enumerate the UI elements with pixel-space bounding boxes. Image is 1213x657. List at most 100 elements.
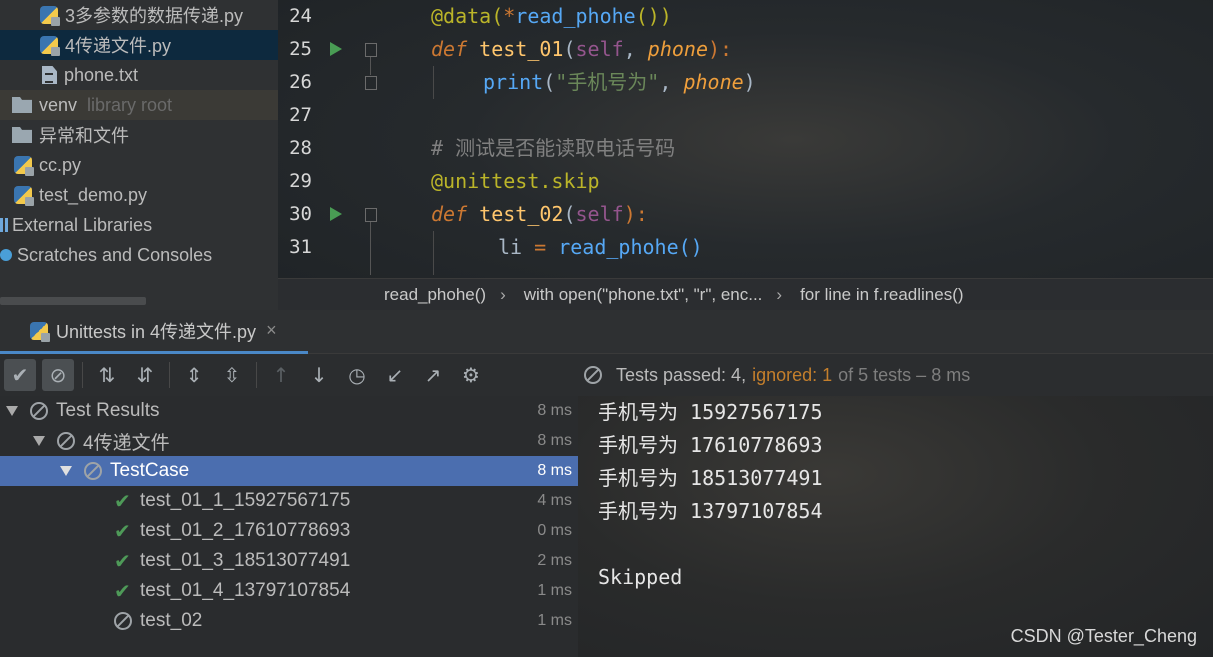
test-duration: 2 ms bbox=[537, 552, 572, 569]
code-line-28-comment: # 测试是否能读取电话号码 bbox=[431, 136, 676, 160]
sort-alpha-icon[interactable]: ⇅ bbox=[91, 359, 123, 391]
run-test-icon[interactable] bbox=[330, 42, 342, 56]
test-results-tree: Test Results 8 ms 4传递文件 8 ms TestCase 8 … bbox=[0, 396, 578, 657]
test-duration: 8 ms bbox=[537, 462, 572, 479]
test-node-label: test_02 bbox=[140, 610, 203, 631]
test-node-case[interactable]: ✔ test_01_4_13797107854 1 ms bbox=[0, 576, 578, 606]
ignored-icon bbox=[84, 462, 102, 480]
expand-arrow-icon[interactable] bbox=[60, 466, 72, 476]
tree-item-file[interactable]: phone.txt bbox=[0, 60, 278, 90]
folder-icon bbox=[12, 127, 32, 143]
run-tool-window: Unittests in 4传递文件.py × ✔ ⊘ ⇅ ⇵ ⇕ ⇳ ↑ ↓ … bbox=[0, 310, 1213, 657]
fold-end-icon[interactable] bbox=[365, 76, 377, 90]
breadcrumb-separator: › bbox=[776, 284, 783, 304]
tab-label: Unittests in 4传递文件.py bbox=[56, 321, 257, 342]
expand-arrow-icon[interactable] bbox=[6, 406, 18, 416]
tree-item-folder[interactable]: venv library root bbox=[0, 90, 278, 120]
status-icon-wrap bbox=[584, 366, 610, 384]
tree-item-label: 4传递文件.py bbox=[65, 36, 172, 56]
line-number: 24 bbox=[289, 5, 312, 27]
breadcrumb-item[interactable]: read_phohe() bbox=[384, 285, 486, 305]
close-icon[interactable]: × bbox=[266, 320, 277, 341]
breadcrumb-item[interactable]: for line in f.readlines() bbox=[800, 285, 963, 305]
next-failed-icon[interactable]: ↓ bbox=[303, 359, 335, 391]
expand-arrow-icon[interactable] bbox=[33, 436, 45, 446]
line-number: 27 bbox=[289, 104, 312, 126]
run-tab-bar: Unittests in 4传递文件.py × bbox=[0, 310, 1213, 354]
tree-item-folder[interactable]: 异常和文件 bbox=[0, 120, 278, 150]
test-node-case[interactable]: ✔ test_01_1_15927567175 4 ms bbox=[0, 486, 578, 516]
tree-item-label: External Libraries bbox=[12, 214, 153, 235]
test-node-label: test_01_4_13797107854 bbox=[140, 580, 351, 601]
line-number: 29 bbox=[289, 170, 312, 192]
passed-check-icon: ✔ bbox=[114, 520, 131, 543]
sort-duration-icon[interactable]: ⇵ bbox=[129, 359, 161, 391]
tab-unittests[interactable]: Unittests in 4传递文件.py × bbox=[0, 310, 308, 354]
test-node-module[interactable]: 4传递文件 8 ms bbox=[0, 426, 578, 456]
passed-check-icon: ✔ bbox=[114, 580, 131, 603]
horizontal-scrollbar[interactable] bbox=[0, 297, 146, 305]
fold-icon[interactable] bbox=[365, 43, 377, 57]
code-line-26: print("手机号为", phone) bbox=[483, 70, 756, 94]
show-ignored-icon[interactable]: ⊘ bbox=[42, 359, 74, 391]
status-summary: of 5 tests – 8 ms bbox=[838, 364, 971, 385]
status-passed: Tests passed: 4, bbox=[616, 364, 747, 385]
history-icon[interactable]: ◷ bbox=[341, 359, 373, 391]
export-icon[interactable]: ↗ bbox=[417, 359, 449, 391]
watermark: CSDN @Tester_Cheng bbox=[1010, 626, 1197, 646]
line-number: 30 bbox=[289, 203, 312, 225]
line-number: 31 bbox=[289, 236, 312, 258]
test-node-class-selected[interactable]: TestCase 8 ms bbox=[0, 456, 578, 486]
indent-guide bbox=[433, 231, 434, 275]
console-output[interactable]: 手机号为 15927567175 手机号为 17610778693 手机号为 1… bbox=[578, 396, 1213, 657]
expand-all-icon[interactable]: ⇕ bbox=[178, 359, 210, 391]
project-tree: 3多参数的数据传递.py 4传递文件.py phone.txt venv lib… bbox=[0, 0, 278, 310]
breadcrumb: read_phohe() › with open("phone.txt", "r… bbox=[278, 278, 1213, 310]
test-node-case[interactable]: ✔ test_01_2_17610778693 0 ms bbox=[0, 516, 578, 546]
test-node-root[interactable]: Test Results 8 ms bbox=[0, 396, 578, 426]
code-line-31: li = read_phohe() bbox=[498, 235, 703, 259]
tree-item-sublabel: library root bbox=[87, 94, 173, 115]
test-node-case[interactable]: test_02 1 ms bbox=[0, 606, 578, 636]
collapse-all-icon[interactable]: ⇳ bbox=[216, 359, 248, 391]
tree-item-label: test_demo.py bbox=[39, 184, 148, 205]
import-icon[interactable]: ↙ bbox=[379, 359, 411, 391]
line-number: 25 bbox=[289, 38, 312, 60]
test-duration: 0 ms bbox=[537, 522, 572, 539]
console-line: 手机号为 17610778693 bbox=[598, 433, 823, 457]
tree-item-label: Scratches and Consoles bbox=[17, 244, 213, 265]
prev-failed-icon[interactable]: ↑ bbox=[265, 359, 297, 391]
code-editor[interactable]: 24 25 26 27 28 29 30 31 @data(*read_phoh… bbox=[278, 0, 1213, 310]
tree-item-label: 异常和文件 bbox=[39, 126, 129, 146]
test-duration: 1 ms bbox=[537, 612, 572, 629]
test-duration: 4 ms bbox=[537, 492, 572, 509]
fold-line bbox=[370, 57, 371, 75]
breadcrumb-item[interactable]: with open("phone.txt", "r", enc... bbox=[524, 285, 763, 305]
tree-item-libraries[interactable]: External Libraries bbox=[0, 210, 278, 240]
python-file-icon bbox=[40, 36, 60, 56]
show-passed-icon[interactable]: ✔ bbox=[4, 359, 36, 391]
line-number: 26 bbox=[289, 71, 312, 93]
ignored-icon bbox=[584, 366, 602, 384]
tree-item-label: cc.py bbox=[39, 154, 82, 175]
ignored-icon bbox=[114, 612, 132, 630]
tree-item-file-selected[interactable]: 4传递文件.py bbox=[0, 30, 278, 60]
python-file-icon bbox=[14, 186, 34, 206]
tree-item-file[interactable]: 3多参数的数据传递.py bbox=[0, 0, 278, 30]
tree-item-file[interactable]: test_demo.py bbox=[0, 180, 278, 210]
scratches-icon bbox=[0, 249, 12, 261]
test-runner-toolbar: ✔ ⊘ ⇅ ⇵ ⇕ ⇳ ↑ ↓ ◷ ↙ ↗ ⚙ bbox=[0, 354, 578, 396]
test-duration: 1 ms bbox=[537, 582, 572, 599]
fold-icon[interactable] bbox=[365, 208, 377, 222]
tree-item-scratches[interactable]: Scratches and Consoles bbox=[0, 240, 278, 270]
toolbar-divider bbox=[256, 362, 257, 388]
text-file-icon bbox=[42, 66, 57, 84]
code-line-25: def test_01(self, phone): bbox=[431, 37, 733, 61]
settings-icon[interactable]: ⚙ bbox=[455, 359, 487, 391]
tree-item-file[interactable]: cc.py bbox=[0, 150, 278, 180]
test-node-case[interactable]: ✔ test_01_3_18513077491 2 ms bbox=[0, 546, 578, 576]
console-line: 手机号为 18513077491 bbox=[598, 466, 823, 490]
passed-check-icon: ✔ bbox=[114, 490, 131, 513]
run-test-icon[interactable] bbox=[330, 207, 342, 221]
passed-check-icon: ✔ bbox=[114, 550, 131, 573]
